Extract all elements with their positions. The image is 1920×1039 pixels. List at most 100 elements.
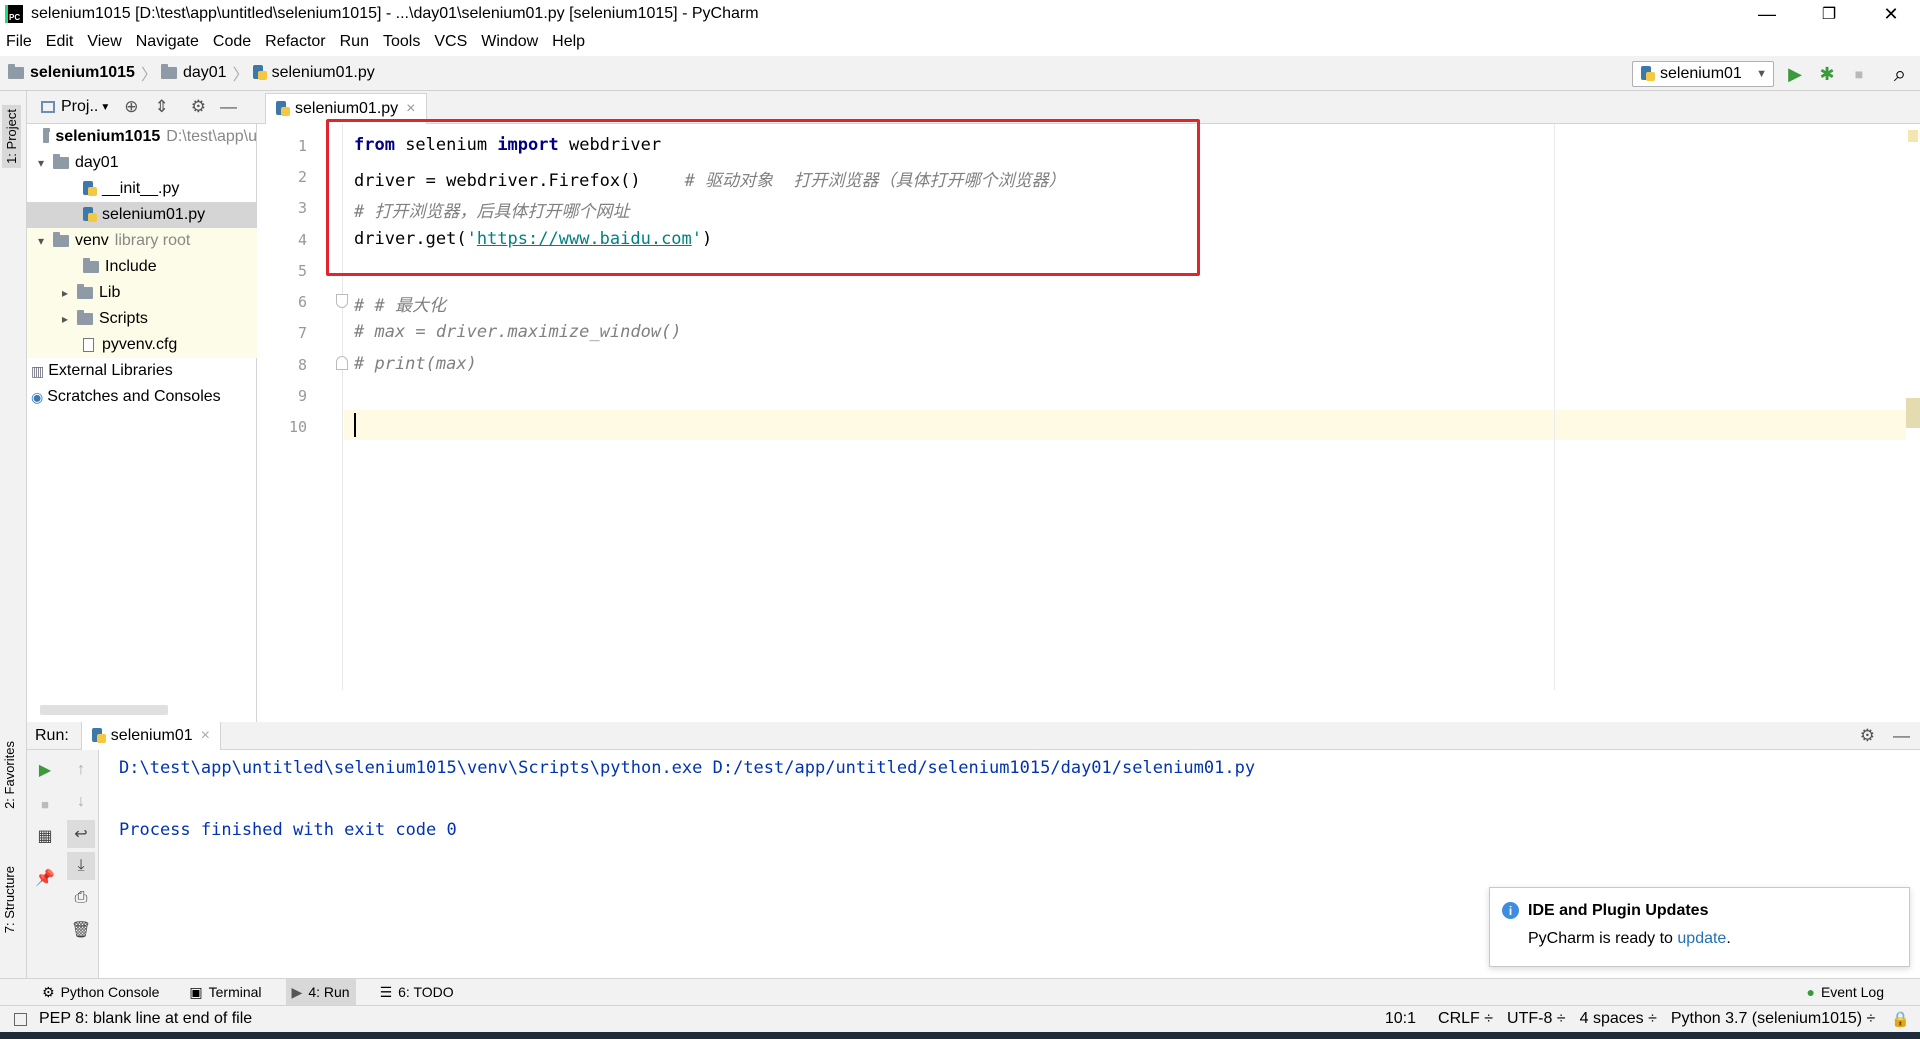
tree-item-pyvenv-cfg[interactable]: pyvenv.cfg: [27, 332, 257, 358]
close-tab-icon[interactable]: ×: [406, 100, 415, 118]
up-arrow-icon[interactable]: ↑: [67, 756, 95, 784]
code-line-8[interactable]: # print(max): [354, 354, 477, 374]
tab-project[interactable]: 1: Project: [2, 105, 21, 168]
scroll-thumb[interactable]: [1906, 398, 1920, 428]
chevron-right-icon: ▸: [61, 312, 69, 326]
tab-favorites[interactable]: 2: Favorites: [2, 741, 17, 809]
tab-label: 6: TODO: [398, 984, 454, 1000]
layout-icon[interactable]: ▦: [31, 822, 59, 850]
editor-scrollbar[interactable]: [1906, 124, 1920, 690]
list-icon: ☰: [379, 983, 393, 1000]
tree-item-scripts[interactable]: ▸ Scripts: [27, 306, 257, 332]
run-config-select[interactable]: selenium01 ▼: [1632, 61, 1774, 87]
minimize-button[interactable]: —: [1736, 0, 1798, 28]
breadcrumb-project[interactable]: selenium1015: [8, 64, 135, 82]
interpreter-select[interactable]: Python 3.7 (selenium1015) ÷: [1671, 1010, 1875, 1028]
encoding-select[interactable]: UTF-8 ÷: [1507, 1010, 1566, 1028]
status-panel-icon[interactable]: [14, 1012, 27, 1026]
close-button[interactable]: ✕: [1860, 0, 1920, 28]
stop-icon[interactable]: ■: [31, 790, 59, 818]
tree-item-label: Include: [105, 258, 157, 275]
tab-todo[interactable]: ☰ 6: TODO: [374, 979, 460, 1006]
menu-file[interactable]: File: [6, 33, 32, 51]
title-bar: PC selenium1015 [D:\test\app\untitled\se…: [0, 0, 1920, 28]
tree-item-init-py[interactable]: __init__.py: [27, 176, 257, 202]
hide-panel-icon[interactable]: —: [220, 97, 237, 117]
tab-event-log[interactable]: ● Event Log: [1800, 979, 1890, 1006]
tree-item-scratches[interactable]: ◉ Scratches and Consoles: [27, 384, 257, 410]
scroll-to-end-icon[interactable]: ⤓: [67, 852, 95, 880]
indent-select[interactable]: 4 spaces ÷: [1580, 1010, 1657, 1028]
menu-view[interactable]: View: [87, 33, 121, 51]
breadcrumb-file[interactable]: selenium01.py: [252, 64, 375, 82]
fold-icon[interactable]: [336, 356, 348, 370]
menu-edit[interactable]: Edit: [46, 33, 74, 51]
tree-item-venv[interactable]: ▾ venv library root: [27, 228, 257, 254]
soft-wrap-icon[interactable]: ↩: [67, 820, 95, 848]
down-arrow-icon[interactable]: ↓: [67, 788, 95, 816]
tree-item-path: D:\test\app\u: [166, 128, 257, 145]
close-tab-icon[interactable]: ×: [201, 727, 210, 745]
menu-navigate[interactable]: Navigate: [136, 33, 199, 51]
tab-run[interactable]: ▶ 4: Run: [285, 978, 356, 1006]
run-icon[interactable]: ▶: [1784, 63, 1806, 85]
run-tab-selenium01[interactable]: selenium01 ×: [80, 721, 221, 750]
collapse-all-icon[interactable]: ⇕: [155, 97, 169, 117]
tree-item-label: day01: [75, 154, 119, 171]
tree-item-external-libraries[interactable]: ▥ External Libraries: [27, 358, 257, 384]
menu-tools[interactable]: Tools: [383, 33, 420, 51]
locate-icon[interactable]: ⊕: [124, 97, 138, 117]
tab-terminal[interactable]: ▣ Terminal: [183, 979, 267, 1006]
tree-item-lib[interactable]: ▸ Lib: [27, 280, 257, 306]
tree-item-project-root[interactable]: selenium1015 D:\test\app\u: [27, 124, 257, 150]
rerun-icon[interactable]: ▶: [31, 756, 59, 784]
menu-run[interactable]: Run: [340, 33, 369, 51]
print-icon[interactable]: ⎙: [67, 884, 95, 912]
right-margin-guide: [1554, 124, 1555, 690]
console-output-exit: Process finished with exit code 0: [119, 820, 457, 840]
code-line-7[interactable]: # max = driver.maximize_window(): [354, 322, 682, 342]
tab-python-console[interactable]: ⚙ Python Console: [36, 979, 165, 1006]
project-view-icon: [41, 101, 55, 113]
menu-vcs[interactable]: VCS: [434, 33, 467, 51]
python-file-icon: [1641, 66, 1655, 82]
fold-icon[interactable]: [336, 294, 348, 308]
tree-item-selenium01-py[interactable]: selenium01.py: [27, 202, 257, 228]
update-link[interactable]: update: [1677, 930, 1726, 947]
tree-item-day01[interactable]: ▾ day01: [27, 150, 257, 176]
menu-refactor[interactable]: Refactor: [265, 33, 325, 51]
line-separator-select[interactable]: CRLF ÷: [1438, 1010, 1493, 1028]
library-icon: ▥: [31, 362, 45, 379]
project-view-select[interactable]: Proj..: [61, 98, 98, 116]
update-notification[interactable]: i IDE and Plugin Updates PyCharm is read…: [1489, 887, 1910, 967]
menu-code[interactable]: Code: [213, 33, 251, 51]
debug-icon[interactable]: ✱: [1816, 63, 1838, 85]
tab-structure[interactable]: 7: Structure: [2, 866, 17, 933]
file-icon: [83, 338, 94, 352]
stop-icon[interactable]: ■: [1848, 63, 1870, 85]
trash-icon[interactable]: 🗑: [67, 916, 95, 944]
search-icon[interactable]: ⌕: [1889, 61, 1911, 86]
gear-icon[interactable]: ⚙: [191, 97, 206, 117]
folder-icon: [77, 284, 93, 299]
lock-icon[interactable]: 🔒: [1891, 1010, 1910, 1028]
breadcrumb-folder[interactable]: day01: [160, 64, 227, 82]
run-panel-header: Run: selenium01 × ⚙ —: [27, 721, 1920, 750]
console-output-command: D:\test\app\untitled\selenium1015\venv\S…: [119, 758, 1256, 778]
event-log-icon: ●: [1806, 984, 1815, 1000]
restore-button[interactable]: ❐: [1798, 0, 1860, 28]
gear-icon[interactable]: ⚙: [1860, 726, 1875, 746]
code-line-6[interactable]: # # 最大化: [354, 291, 446, 316]
caret-position[interactable]: 10:1: [1385, 1010, 1416, 1028]
hide-panel-icon[interactable]: —: [1893, 726, 1910, 746]
tree-item-label: venv: [75, 232, 109, 249]
pin-icon[interactable]: 📌: [31, 864, 59, 892]
notification-text: PyCharm is ready to: [1528, 930, 1678, 947]
tree-item-include[interactable]: Include: [27, 254, 257, 280]
menu-window[interactable]: Window: [481, 33, 538, 51]
left-tool-strip: 1: Project 2: Favorites 7: Structure: [0, 91, 27, 978]
tree-item-label: Scripts: [99, 310, 148, 327]
menu-help[interactable]: Help: [552, 33, 585, 51]
comment-token: # # 最大化: [354, 296, 446, 316]
horizontal-scrollbar[interactable]: [40, 705, 168, 715]
